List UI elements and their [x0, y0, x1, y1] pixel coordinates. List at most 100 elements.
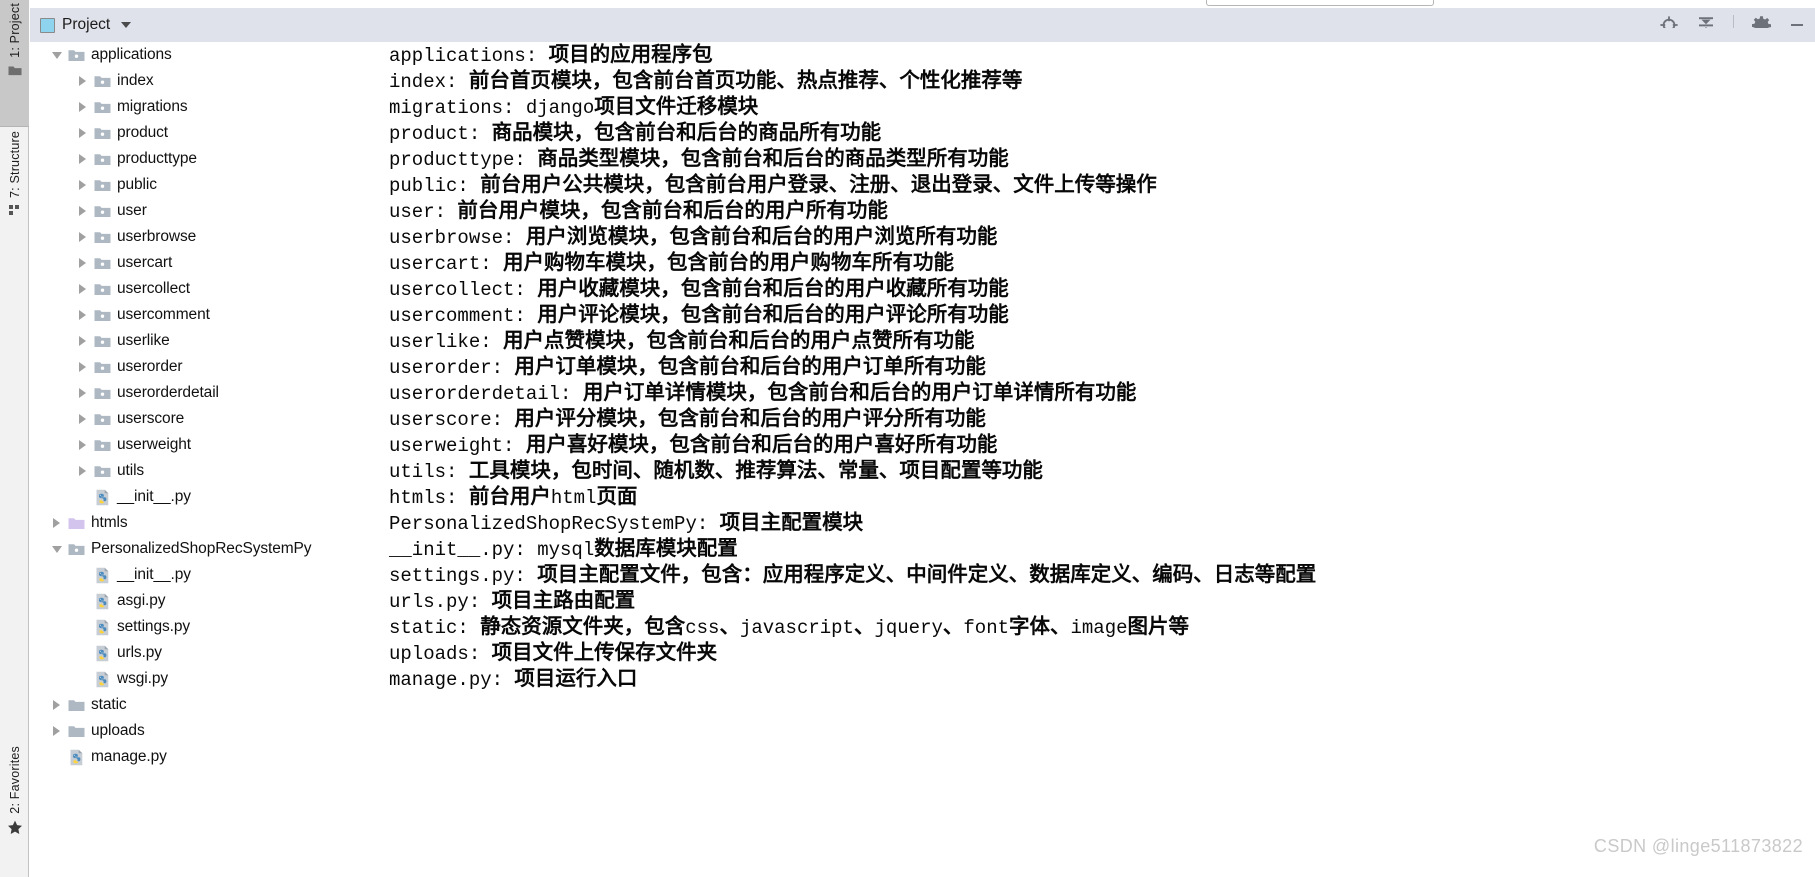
line-text-cn: 用户评分模块，包含前台和后台的用户评分所有功能 — [514, 408, 986, 430]
folder-module-icon — [94, 230, 111, 245]
project-tree[interactable]: applications index migrations product produc… — [30, 42, 385, 877]
line-text-cn: 用户评论模块，包含前台和后台的用户评论所有功能 — [537, 304, 1009, 326]
tree-row[interactable]: uploads — [30, 718, 385, 744]
document-line: index: 前台首页模块，包含前台首页功能、热点推荐、个性化推荐等 — [385, 68, 1815, 94]
chevron-right-icon[interactable] — [76, 465, 89, 478]
line-text-cn: 、 — [719, 616, 740, 638]
line-text-cn: 用户喜好模块，包含前台和后台的用户喜好所有功能 — [525, 434, 998, 456]
document-line: uploads: 项目文件上传保存文件夹 — [385, 640, 1815, 666]
chevron-right-icon[interactable] — [76, 387, 89, 400]
line-text-cn: 用户订单模块，包含前台和后台的用户订单所有功能 — [514, 356, 986, 378]
line-text-cn: 前台首页模块，包含前台首页功能、热点推荐、个性化推荐等 — [468, 70, 1023, 92]
line-text-cn: 工具模块，包时间、随机数、推荐算法、常量、项目配置等功能 — [468, 460, 1043, 482]
tree-row[interactable]: asgi.py — [30, 588, 385, 614]
chevron-right-icon[interactable] — [76, 309, 89, 322]
chevron-right-icon[interactable] — [50, 725, 63, 738]
tree-row[interactable]: PersonalizedShopRecSystemPy — [30, 536, 385, 562]
tree-row[interactable]: manage.py — [30, 744, 385, 770]
tree-row[interactable]: public — [30, 172, 385, 198]
tree-row[interactable]: userscore — [30, 406, 385, 432]
folder-module-icon — [94, 282, 111, 297]
line-text-code: uploads: — [389, 643, 492, 665]
tree-row[interactable]: usercomment — [30, 302, 385, 328]
tree-row[interactable]: utils — [30, 458, 385, 484]
chevron-right-icon[interactable] — [76, 75, 89, 88]
tree-row[interactable]: migrations — [30, 94, 385, 120]
chevron-right-icon[interactable] — [76, 231, 89, 244]
tree-row[interactable]: userlike — [30, 328, 385, 354]
tree-row[interactable]: producttype — [30, 146, 385, 172]
line-text-cn: 静态资源文件夹，包含 — [480, 616, 686, 638]
tree-row[interactable]: htmls — [30, 510, 385, 536]
chevron-down-icon[interactable] — [50, 49, 63, 62]
line-text-code: manage.py: — [389, 669, 515, 691]
chevron-right-icon[interactable] — [76, 361, 89, 374]
chevron-right-icon[interactable] — [76, 179, 89, 192]
tree-item-label: utils — [117, 462, 145, 479]
page-title: Project — [62, 16, 111, 33]
tree-row[interactable]: userorder — [30, 354, 385, 380]
document-line: userbrowse: 用户浏览模块，包含前台和后台的用户浏览所有功能 — [385, 224, 1815, 250]
chevron-right-icon[interactable] — [76, 101, 89, 114]
tree-row[interactable]: usercollect — [30, 276, 385, 302]
tree-row[interactable]: urls.py — [30, 640, 385, 666]
tree-row[interactable]: user — [30, 198, 385, 224]
tree-item-label: index — [117, 72, 154, 89]
tree-row[interactable]: applications — [30, 42, 385, 68]
document-line: user: 前台用户模块，包含前台和后台的用户所有功能 — [385, 198, 1815, 224]
tree-row[interactable]: wsgi.py — [30, 666, 385, 692]
chevron-right-icon[interactable] — [76, 283, 89, 296]
folder-module-icon — [94, 308, 111, 323]
document-line: usercomment: 用户评论模块，包含前台和后台的用户评论所有功能 — [385, 302, 1815, 328]
line-text-cn: 项目主路由配置 — [491, 590, 636, 612]
chevron-right-icon[interactable] — [76, 127, 89, 140]
line-text-code: user: — [389, 201, 458, 223]
folder-module-icon — [94, 412, 111, 427]
tree-row[interactable]: userorderdetail — [30, 380, 385, 406]
chevron-right-icon[interactable] — [76, 413, 89, 426]
line-text-cn: 用户收藏模块，包含前台和后台的用户收藏所有功能 — [537, 278, 1009, 300]
sidebar-tab-favorites[interactable]: 2: Favorites — [0, 743, 29, 871]
header-band-extension — [385, 28, 1815, 42]
tree-row[interactable]: __init__.py — [30, 562, 385, 588]
tree-row[interactable]: static — [30, 692, 385, 718]
chevron-right-icon[interactable] — [76, 153, 89, 166]
line-text-cn: 前台用户 — [468, 486, 551, 508]
top-bar-fragment — [30, 0, 1815, 8]
sidebar-tab-structure[interactable]: 7: Structure — [0, 128, 29, 263]
python-file-icon — [94, 489, 111, 506]
chevron-right-icon[interactable] — [76, 335, 89, 348]
document-line: utils: 工具模块，包时间、随机数、推荐算法、常量、项目配置等功能 — [385, 458, 1815, 484]
line-text-code: htmls: — [389, 487, 469, 509]
document-text-area[interactable]: applications: 项目的应用程序包 index: 前台首页模块，包含前台… — [385, 42, 1815, 877]
tree-row[interactable]: product — [30, 120, 385, 146]
chevron-right-icon[interactable] — [50, 699, 63, 712]
sidebar-tab-structure-label: 7: Structure — [7, 131, 22, 199]
tree-row[interactable]: index — [30, 68, 385, 94]
tree-row[interactable]: __init__.py — [30, 484, 385, 510]
search-field-remnant[interactable] — [1206, 0, 1434, 6]
chevron-right-icon[interactable] — [76, 205, 89, 218]
structure-blocks-icon — [8, 204, 22, 219]
tree-item-label: usercomment — [117, 306, 210, 323]
chevron-right-icon[interactable] — [76, 439, 89, 452]
folder-module-icon — [94, 100, 111, 115]
tree-item-label: usercollect — [117, 280, 190, 297]
tree-row[interactable]: usercart — [30, 250, 385, 276]
tool-window-strip: 1: Project 7: Structure 2: Favorites — [0, 0, 29, 877]
chevron-right-icon[interactable] — [50, 517, 63, 530]
line-text-cn: 项目主配置模块 — [719, 512, 864, 534]
tree-item-label: userorderdetail — [117, 384, 219, 401]
document-line: public: 前台用户公共模块，包含前台用户登录、注册、退出登录、文件上传等操… — [385, 172, 1815, 198]
chevron-right-icon[interactable] — [76, 257, 89, 270]
project-panel-title-group[interactable]: Project — [30, 16, 132, 34]
sidebar-tab-project[interactable]: 1: Project — [0, 0, 29, 127]
tree-row[interactable]: userbrowse — [30, 224, 385, 250]
tree-item-label: static — [91, 696, 127, 713]
chevron-down-icon[interactable] — [50, 543, 63, 556]
tree-row[interactable]: settings.py — [30, 614, 385, 640]
chevron-down-icon[interactable] — [121, 22, 132, 28]
tree-row[interactable]: userweight — [30, 432, 385, 458]
